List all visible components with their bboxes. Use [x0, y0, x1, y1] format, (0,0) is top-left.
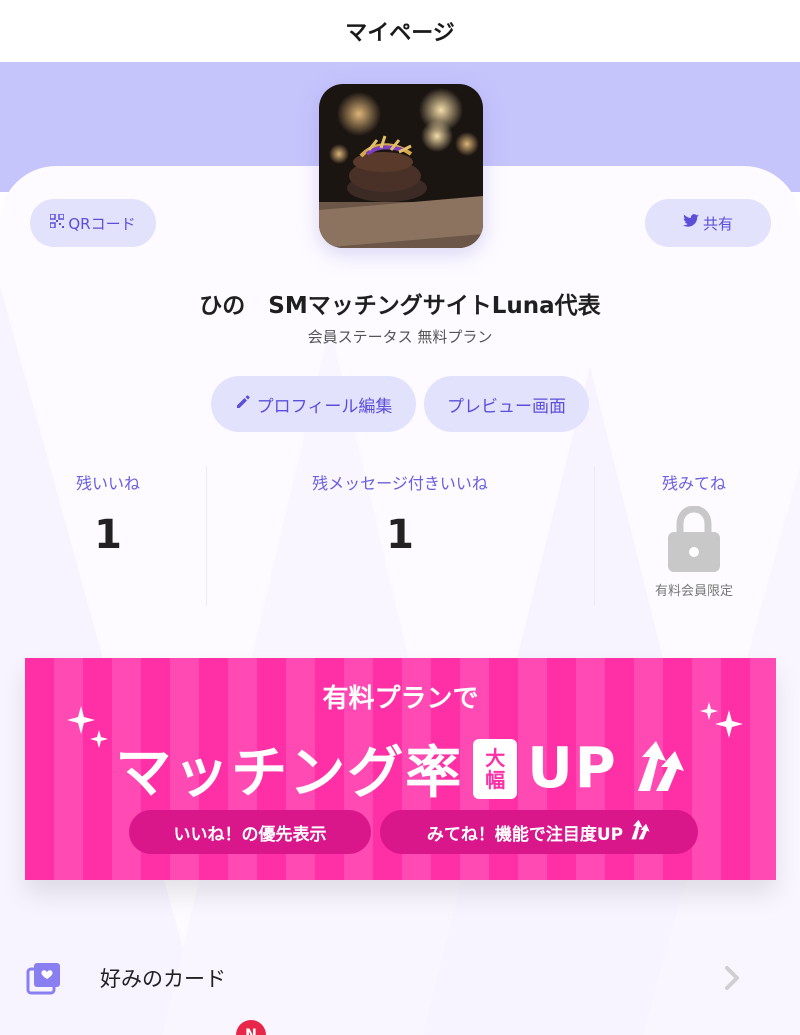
remaining-message-likes-value: 1: [386, 512, 414, 558]
preview-button[interactable]: プレビュー画面: [424, 376, 589, 432]
banner-line1: 有料プランで: [322, 684, 479, 714]
up-arrow-icon: [628, 739, 686, 799]
qr-code-button[interactable]: QRコード: [30, 199, 156, 247]
up-arrow-icon: [627, 819, 651, 846]
share-button[interactable]: 共有: [645, 199, 771, 247]
pencil-icon: [235, 394, 251, 415]
banner-chip2-text: みてね！機能で注目度UP: [426, 824, 624, 845]
sparkle-icon: [63, 702, 113, 756]
share-label: 共有: [702, 214, 733, 233]
upgrade-plan-banner[interactable]: 有料プランで マッチング率 大 幅 UP いいね！の優先表示 みてね！機能で注目…: [25, 658, 776, 880]
remaining-message-likes-label: 残メッセージ付きいいね: [312, 474, 488, 493]
banner-chip1-text: いいね！の優先表示: [173, 824, 327, 845]
edit-profile-button[interactable]: プロフィール編集: [211, 376, 416, 432]
sparkle-icon: [697, 698, 747, 752]
edit-profile-label: プロフィール編集: [256, 396, 393, 417]
favorite-cards-label: 好みのカード: [100, 967, 226, 991]
remaining-likes-value: 1: [94, 512, 122, 558]
banner-headline: マッチング率 大 幅 UP: [115, 728, 686, 809]
banner-chip-mitene: みてね！機能で注目度UP: [380, 810, 698, 854]
remaining-likes-label: 残いいね: [75, 474, 140, 493]
page-title: マイページ: [345, 21, 455, 46]
profile-name: ひの SMマッチングサイトLuna代表: [199, 293, 601, 319]
qr-code-icon: [49, 213, 66, 232]
banner-badge-bottom: 幅: [485, 767, 506, 792]
chevron-right-icon: [722, 965, 742, 995]
stats-divider: [206, 466, 207, 606]
menu-item-favorite-cards[interactable]: 好みのカード: [0, 945, 800, 1009]
banner-badge: 大 幅: [473, 738, 518, 799]
lock-icon: [668, 505, 720, 576]
top-bar: マイページ: [0, 0, 800, 62]
banner-up-text: UP: [527, 736, 618, 801]
banner-chip-priority-likes: いいね！の優先表示: [129, 810, 371, 854]
preview-label: プレビュー画面: [447, 396, 566, 417]
paid-members-only-note: 有料会員限定: [654, 584, 733, 599]
twitter-bird-icon: [682, 214, 699, 232]
banner-headline-text: マッチング率: [115, 741, 464, 806]
membership-status: 会員ステータス 無料プラン: [307, 328, 493, 346]
qr-code-label: QRコード: [68, 214, 136, 233]
photo-cards-heart-icon: [26, 961, 62, 999]
remaining-mitene-label: 残みてね: [661, 474, 726, 493]
profile-avatar[interactable]: [319, 84, 483, 248]
banner-badge-top: 大: [485, 745, 506, 770]
